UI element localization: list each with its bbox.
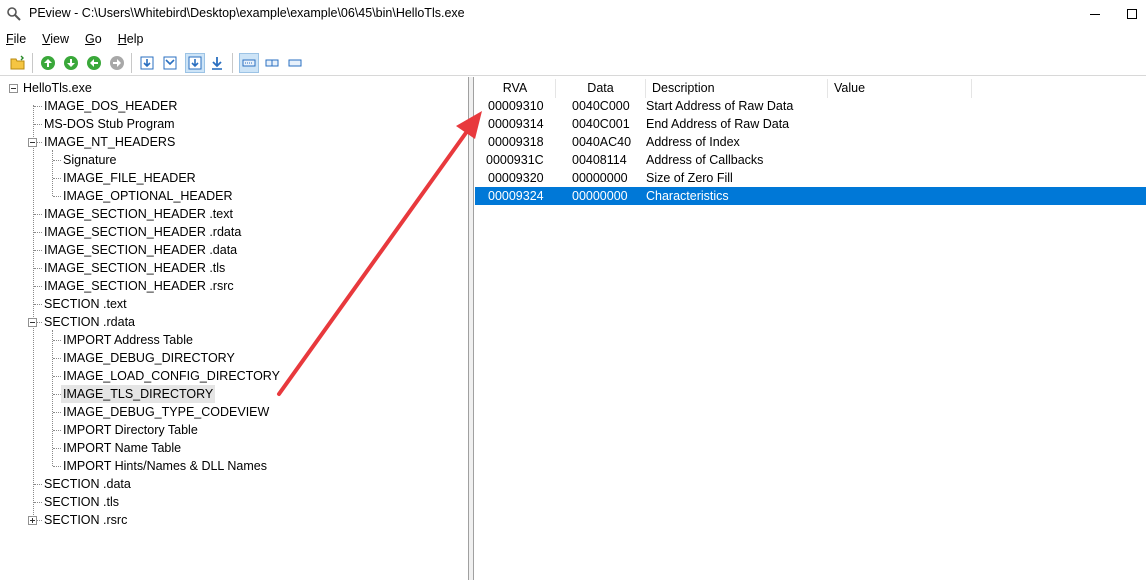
cell-data: 00000000 xyxy=(572,189,628,203)
cell-description: Size of Zero Fill xyxy=(646,171,733,185)
cell-rva: 00009310 xyxy=(488,99,544,113)
view-struct-icon xyxy=(288,59,302,67)
tree-item[interactable]: IMAGE_DEBUG_DIRECTORY xyxy=(61,349,237,367)
cell-data: 0040AC40 xyxy=(572,135,632,149)
view-hex-button[interactable] xyxy=(239,53,259,73)
tree-item[interactable]: IMAGE_SECTION_HEADER .data xyxy=(42,241,239,259)
tree-item-selected[interactable]: IMAGE_TLS_DIRECTORY xyxy=(61,385,216,403)
menu-view[interactable]: View xyxy=(42,32,69,46)
open-button[interactable] xyxy=(8,53,28,73)
cell-description: Start Address of Raw Data xyxy=(646,99,794,113)
collapse-icon[interactable] xyxy=(9,84,18,93)
open-folder-icon xyxy=(10,55,25,70)
tree-item[interactable]: IMAGE_FILE_HEADER xyxy=(61,169,198,187)
tree-item[interactable]: IMAGE_OPTIONAL_HEADER xyxy=(61,187,235,205)
expand-icon[interactable] xyxy=(28,516,37,525)
collapse-icon[interactable] xyxy=(28,318,37,327)
column-header-rva[interactable]: RVA xyxy=(475,79,556,98)
menu-help[interactable]: Help xyxy=(118,32,144,46)
column-header-value[interactable]: Value xyxy=(828,79,972,98)
tree-item[interactable]: MS-DOS Stub Program xyxy=(42,115,177,133)
view-dword-icon xyxy=(188,56,202,70)
tree-item[interactable]: IMAGE_SECTION_HEADER .text xyxy=(42,205,235,223)
cell-description: Characteristics xyxy=(646,189,729,203)
cell-description: End Address of Raw Data xyxy=(646,117,790,131)
go-up-button[interactable] xyxy=(38,53,58,73)
tree-item[interactable]: Signature xyxy=(61,151,119,169)
cell-data: 0040C001 xyxy=(572,117,630,131)
tree-item[interactable]: IMAGE_SECTION_HEADER .rsrc xyxy=(42,277,236,295)
view-word-icon xyxy=(163,56,177,70)
view-qword-icon xyxy=(212,57,222,70)
view-hex-icon xyxy=(242,59,256,67)
tree-item[interactable]: IMPORT Hints/Names & DLL Names xyxy=(61,457,269,475)
table-row[interactable]: 00009310 0040C000 Start Address of Raw D… xyxy=(475,97,1146,115)
view-struct-button[interactable] xyxy=(285,53,305,73)
maximize-button[interactable] xyxy=(1118,0,1146,28)
toolbar xyxy=(0,50,1146,76)
minimize-button[interactable] xyxy=(1072,0,1118,28)
menu-file[interactable]: File xyxy=(6,32,26,46)
collapse-icon[interactable] xyxy=(28,138,37,147)
tree-item[interactable]: SECTION .data xyxy=(42,475,133,493)
view-byte-button[interactable] xyxy=(137,53,157,73)
cell-data: 00408114 xyxy=(572,153,627,167)
go-down-button[interactable] xyxy=(61,53,81,73)
tree-item[interactable]: IMPORT Address Table xyxy=(61,331,195,349)
tree-item[interactable]: IMAGE_DEBUG_TYPE_CODEVIEW xyxy=(61,403,271,421)
details-list[interactable]: RVA Data Description Value 00009310 0040… xyxy=(475,77,1146,580)
maximize-icon xyxy=(1127,9,1137,19)
cell-data: 00000000 xyxy=(572,171,628,185)
tree-item[interactable]: IMAGE_DOS_HEADER xyxy=(42,97,179,115)
cell-rva: 0000931C xyxy=(486,153,544,167)
column-header-description[interactable]: Description xyxy=(646,79,828,98)
table-row[interactable]: 00009320 00000000 Size of Zero Fill xyxy=(475,169,1146,187)
tree-item[interactable]: IMPORT Name Table xyxy=(61,439,183,457)
structure-tree[interactable]: HelloTls.exe IMAGE_DOS_HEADER MS-DOS Stu… xyxy=(0,77,469,580)
table-row[interactable]: 0000931C 00408114 Address of Callbacks xyxy=(475,151,1146,169)
view-word-button[interactable] xyxy=(160,53,180,73)
go-forward-button[interactable] xyxy=(107,53,127,73)
go-down-icon xyxy=(64,56,78,70)
cell-rva: 00009318 xyxy=(488,135,544,149)
view-text-icon xyxy=(265,59,279,67)
minimize-icon xyxy=(1090,13,1100,15)
view-text-button[interactable] xyxy=(262,53,282,73)
table-row[interactable]: 00009318 0040AC40 Address of Index xyxy=(475,133,1146,151)
cell-description: Address of Callbacks xyxy=(646,153,764,167)
tree-item[interactable]: IMAGE_SECTION_HEADER .tls xyxy=(42,259,227,277)
tree-item[interactable]: SECTION .rdata xyxy=(42,313,137,331)
tree-item[interactable]: IMPORT Directory Table xyxy=(61,421,200,439)
cell-rva: 00009314 xyxy=(488,117,544,131)
menu-go[interactable]: Go xyxy=(85,32,102,46)
column-header-data[interactable]: Data xyxy=(556,79,646,98)
view-dword-button[interactable] xyxy=(185,53,205,73)
view-byte-icon xyxy=(140,56,154,70)
tree-item[interactable]: SECTION .text xyxy=(42,295,129,313)
magnifier-icon xyxy=(6,6,22,22)
go-up-icon xyxy=(41,56,55,70)
tree-item[interactable]: SECTION .rsrc xyxy=(42,511,129,529)
title-bar: PEview - C:\Users\Whitebird\Desktop\exam… xyxy=(0,0,1146,28)
view-qword-button[interactable] xyxy=(207,53,227,73)
menu-bar: File View Go Help xyxy=(0,28,1146,49)
tree-item[interactable]: IMAGE_LOAD_CONFIG_DIRECTORY xyxy=(61,367,282,385)
tree-item[interactable]: IMAGE_NT_HEADERS xyxy=(42,133,177,151)
tree-item[interactable]: SECTION .tls xyxy=(42,493,121,511)
table-row[interactable]: 00009314 0040C001 End Address of Raw Dat… xyxy=(475,115,1146,133)
tree-item[interactable]: IMAGE_SECTION_HEADER .rdata xyxy=(42,223,243,241)
window-title: PEview - C:\Users\Whitebird\Desktop\exam… xyxy=(29,6,465,20)
cell-description: Address of Index xyxy=(646,135,740,149)
cell-data: 0040C000 xyxy=(572,99,630,113)
table-row-selected[interactable]: 00009324 00000000 Characteristics xyxy=(475,187,1146,205)
tree-root[interactable]: HelloTls.exe xyxy=(21,79,94,97)
go-back-icon xyxy=(87,56,101,70)
pane-splitter[interactable] xyxy=(469,77,474,580)
go-back-button[interactable] xyxy=(84,53,104,73)
cell-rva: 00009324 xyxy=(488,189,544,203)
go-forward-icon xyxy=(110,56,124,70)
cell-rva: 00009320 xyxy=(488,171,544,185)
